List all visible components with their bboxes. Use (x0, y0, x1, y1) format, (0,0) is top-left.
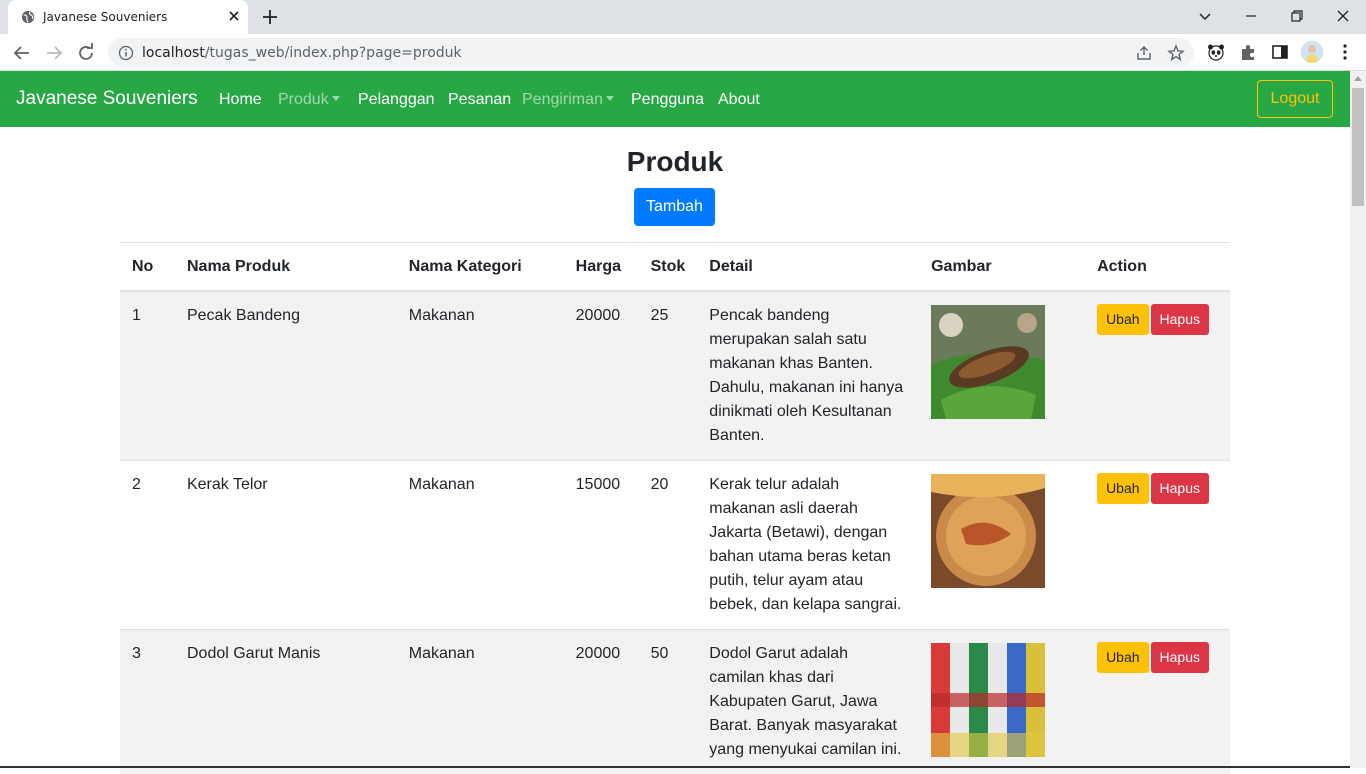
close-window-icon[interactable] (1333, 6, 1353, 26)
cell-stok: 20 (639, 461, 698, 630)
scroll-up-arrow-icon[interactable] (1354, 76, 1362, 81)
navbar-brand[interactable]: Javanese Souveniers (16, 88, 198, 110)
browser-toolbar: localhost/tugas_web/index.php?page=produ… (0, 34, 1366, 71)
globe-icon (21, 10, 35, 24)
column-header-stok: Stok (639, 243, 698, 292)
info-icon[interactable] (118, 45, 134, 61)
nav-produk-label: Produk (278, 91, 329, 108)
scrollbar-thumb[interactable] (1352, 88, 1364, 206)
cell-detail: Pencak bandeng merupakan salah satu maka… (697, 291, 919, 461)
cell-kategori: Makanan (397, 630, 564, 774)
page-title: Produk (0, 146, 1350, 178)
nav-about[interactable]: About (718, 91, 760, 109)
cell-stok: 50 (639, 630, 698, 774)
address-bar[interactable]: localhost/tugas_web/index.php?page=produ… (108, 38, 1194, 67)
reload-icon[interactable] (75, 42, 97, 64)
bookmark-star-icon[interactable] (1167, 44, 1185, 62)
column-header-nama-kategori: Nama Kategori (397, 243, 564, 292)
cell-no: 3 (120, 630, 175, 774)
extensions-puzzle-icon[interactable] (1238, 42, 1258, 62)
avatar-icon (1301, 41, 1323, 63)
cell-nama-produk: Pecak Bandeng (175, 291, 397, 461)
side-panel-icon[interactable] (1270, 42, 1290, 62)
caret-down-icon (332, 96, 340, 101)
back-icon[interactable] (11, 42, 33, 64)
browser-tab[interactable]: Javanese Souveniers (8, 0, 248, 34)
product-image-dodol-garut (931, 643, 1045, 757)
panda-extension-icon[interactable] (1206, 42, 1226, 62)
table-row: 1 Pecak Bandeng Makanan 20000 25 Pencak … (120, 291, 1230, 461)
tab-search-icon[interactable] (1195, 6, 1215, 26)
table-header-row: No Nama Produk Nama Kategori Harga Stok … (120, 243, 1230, 292)
site-navbar: Javanese Souveniers Home Produk Pelangga… (0, 71, 1350, 127)
cell-detail: Kerak telur adalah makanan asli daerah J… (697, 461, 919, 630)
nav-home[interactable]: Home (219, 91, 262, 109)
edit-button[interactable]: Ubah (1097, 473, 1148, 504)
nav-pesanan[interactable]: Pesanan (448, 91, 511, 109)
edit-button[interactable]: Ubah (1097, 642, 1148, 673)
cell-action: UbahHapus (1085, 630, 1230, 774)
column-header-no: No (120, 243, 175, 292)
logout-button[interactable]: Logout (1257, 80, 1333, 118)
cell-gambar (919, 461, 1085, 630)
column-header-action: Action (1085, 243, 1230, 292)
product-table: No Nama Produk Nama Kategori Harga Stok … (120, 242, 1230, 774)
product-image-kerak-telor (931, 474, 1045, 588)
nav-pelanggan[interactable]: Pelanggan (358, 91, 435, 109)
forward-icon[interactable] (43, 42, 65, 64)
delete-button[interactable]: Hapus (1151, 642, 1209, 673)
close-tab-icon[interactable] (225, 7, 243, 25)
cell-harga: 20000 (564, 630, 639, 774)
new-tab-icon[interactable] (260, 7, 280, 27)
edit-button[interactable]: Ubah (1097, 304, 1148, 335)
cell-harga: 20000 (564, 291, 639, 461)
cell-kategori: Makanan (397, 461, 564, 630)
share-icon[interactable] (1135, 44, 1153, 62)
column-header-nama-produk: Nama Produk (175, 243, 397, 292)
cell-no: 2 (120, 461, 175, 630)
cell-gambar (919, 291, 1085, 461)
url-path: /tugas_web/index.php?page=produk (205, 45, 462, 61)
menu-kebab-icon[interactable] (1335, 42, 1355, 62)
url-text: localhost/tugas_web/index.php?page=produ… (142, 45, 462, 61)
minimize-icon[interactable] (1241, 6, 1261, 26)
profile-avatar[interactable] (1301, 41, 1323, 63)
cell-stok: 25 (639, 291, 698, 461)
table-row: 2 Kerak Telor Makanan 15000 20 Kerak tel… (120, 461, 1230, 630)
nav-pengiriman-label: Pengiriman (522, 91, 603, 108)
caret-down-icon (606, 96, 614, 101)
column-header-detail: Detail (697, 243, 919, 292)
nav-produk-dropdown[interactable]: Produk (278, 91, 340, 109)
cell-gambar (919, 630, 1085, 774)
add-product-button[interactable]: Tambah (634, 188, 715, 226)
table-row: 3 Dodol Garut Manis Makanan 20000 50 Dod… (120, 630, 1230, 774)
restore-icon[interactable] (1287, 6, 1307, 26)
nav-pengiriman-dropdown[interactable]: Pengiriman (522, 91, 614, 109)
cell-detail: Dodol Garut adalah camilan khas dari Kab… (697, 630, 919, 774)
url-host: localhost (142, 45, 205, 61)
column-header-harga: Harga (564, 243, 639, 292)
column-header-gambar: Gambar (919, 243, 1085, 292)
cell-action: UbahHapus (1085, 291, 1230, 461)
cell-harga: 15000 (564, 461, 639, 630)
nav-pengguna[interactable]: Pengguna (631, 91, 704, 109)
product-image-pecak-bandeng (931, 305, 1045, 419)
delete-button[interactable]: Hapus (1151, 473, 1209, 504)
cell-kategori: Makanan (397, 291, 564, 461)
cell-nama-produk: Dodol Garut Manis (175, 630, 397, 774)
delete-button[interactable]: Hapus (1151, 304, 1209, 335)
cell-no: 1 (120, 291, 175, 461)
cell-nama-produk: Kerak Telor (175, 461, 397, 630)
browser-tabbar: Javanese Souveniers (0, 0, 1366, 34)
cell-action: UbahHapus (1085, 461, 1230, 630)
tab-title: Javanese Souveniers (43, 10, 167, 24)
